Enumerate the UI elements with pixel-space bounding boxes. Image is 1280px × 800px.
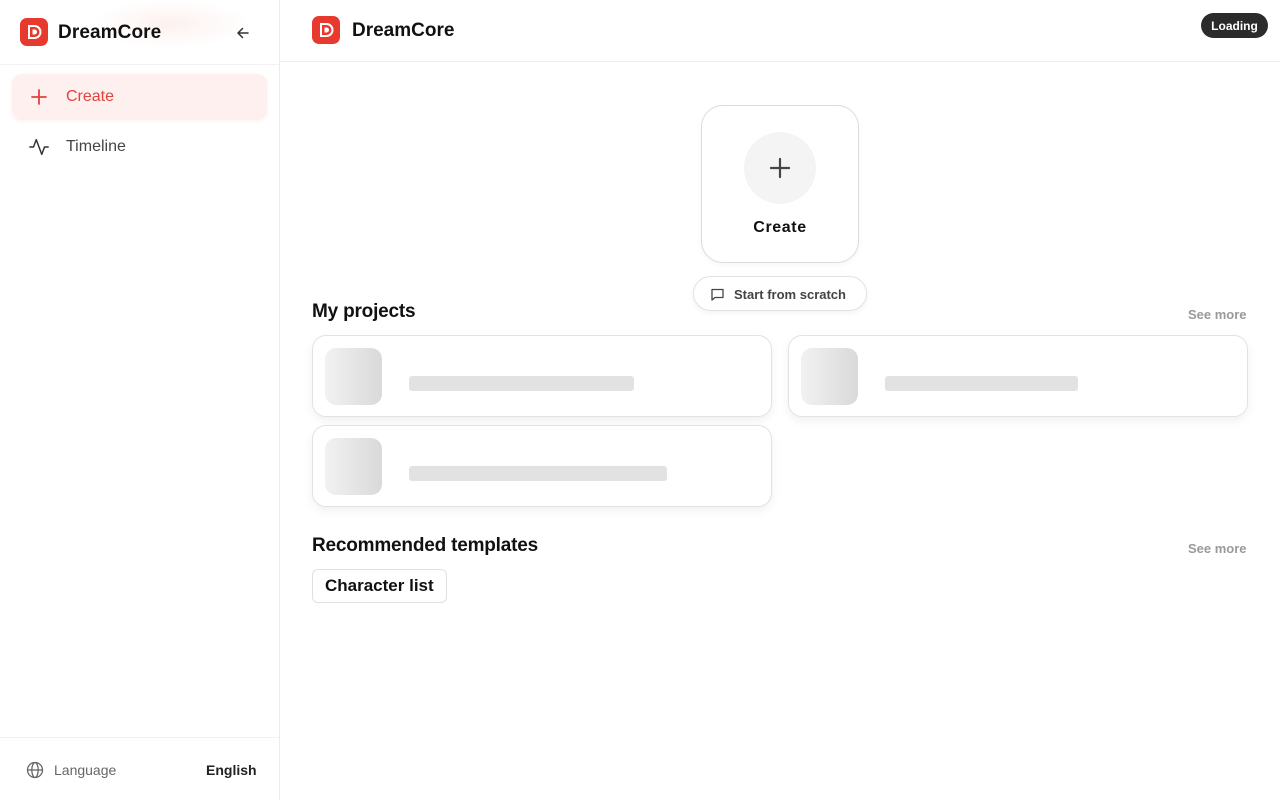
sidebar-item-label: Timeline	[66, 138, 126, 155]
project-title-placeholder	[409, 376, 634, 391]
start-from-scratch-button[interactable]: Start from scratch	[693, 276, 867, 311]
loading-status-badge: Loading	[1201, 13, 1268, 38]
projects-see-more-link[interactable]: See more	[1188, 307, 1247, 322]
sidebar-footer: Language English	[0, 737, 279, 800]
project-title-placeholder	[885, 376, 1078, 391]
arrow-left-icon	[237, 27, 249, 39]
start-from-scratch-label: Start from scratch	[734, 287, 846, 302]
language-label: Language	[54, 762, 117, 778]
plus-icon	[28, 86, 50, 108]
app-root: DreamCore Create Timeline Language Engli…	[0, 0, 1280, 800]
project-title-placeholder	[409, 466, 667, 481]
project-card-skeleton[interactable]	[312, 425, 772, 507]
sidebar: DreamCore Create Timeline Language Engli…	[0, 0, 280, 800]
message-square-icon	[711, 288, 724, 301]
collapse-sidebar-button[interactable]	[230, 20, 256, 46]
sidebar-item-label: Create	[66, 88, 115, 105]
project-thumbnail-placeholder	[801, 348, 858, 405]
project-thumbnail-placeholder	[325, 438, 382, 495]
my-projects-heading: My projects	[312, 301, 416, 322]
create-project-card[interactable]: Create	[701, 105, 859, 263]
globe-icon	[26, 761, 44, 779]
dreamcore-logo-icon	[312, 16, 340, 44]
create-circle	[744, 132, 816, 204]
top-bar-brand-name: DreamCore	[352, 20, 455, 41]
recommended-templates-heading: Recommended templates	[312, 535, 538, 556]
sidebar-brand-name: DreamCore	[58, 22, 162, 43]
templates-see-more-link[interactable]: See more	[1188, 541, 1247, 556]
language-selector[interactable]: English	[206, 762, 257, 778]
template-chip-character-list[interactable]: Character list	[312, 569, 447, 603]
project-thumbnail-placeholder	[325, 348, 382, 405]
create-card-label: Create	[753, 219, 807, 236]
project-card-skeleton[interactable]	[788, 335, 1248, 417]
plus-icon	[769, 157, 791, 179]
activity-icon	[28, 136, 50, 158]
project-card-skeleton[interactable]	[312, 335, 772, 417]
sidebar-header: DreamCore	[0, 0, 279, 65]
top-bar: DreamCore Loading	[280, 0, 1280, 62]
dreamcore-logo-icon	[20, 18, 48, 46]
sidebar-item-create[interactable]: Create	[12, 74, 267, 120]
sidebar-item-timeline[interactable]: Timeline	[12, 124, 267, 170]
main-content: DreamCore Loading Create Start from scra…	[280, 0, 1280, 800]
